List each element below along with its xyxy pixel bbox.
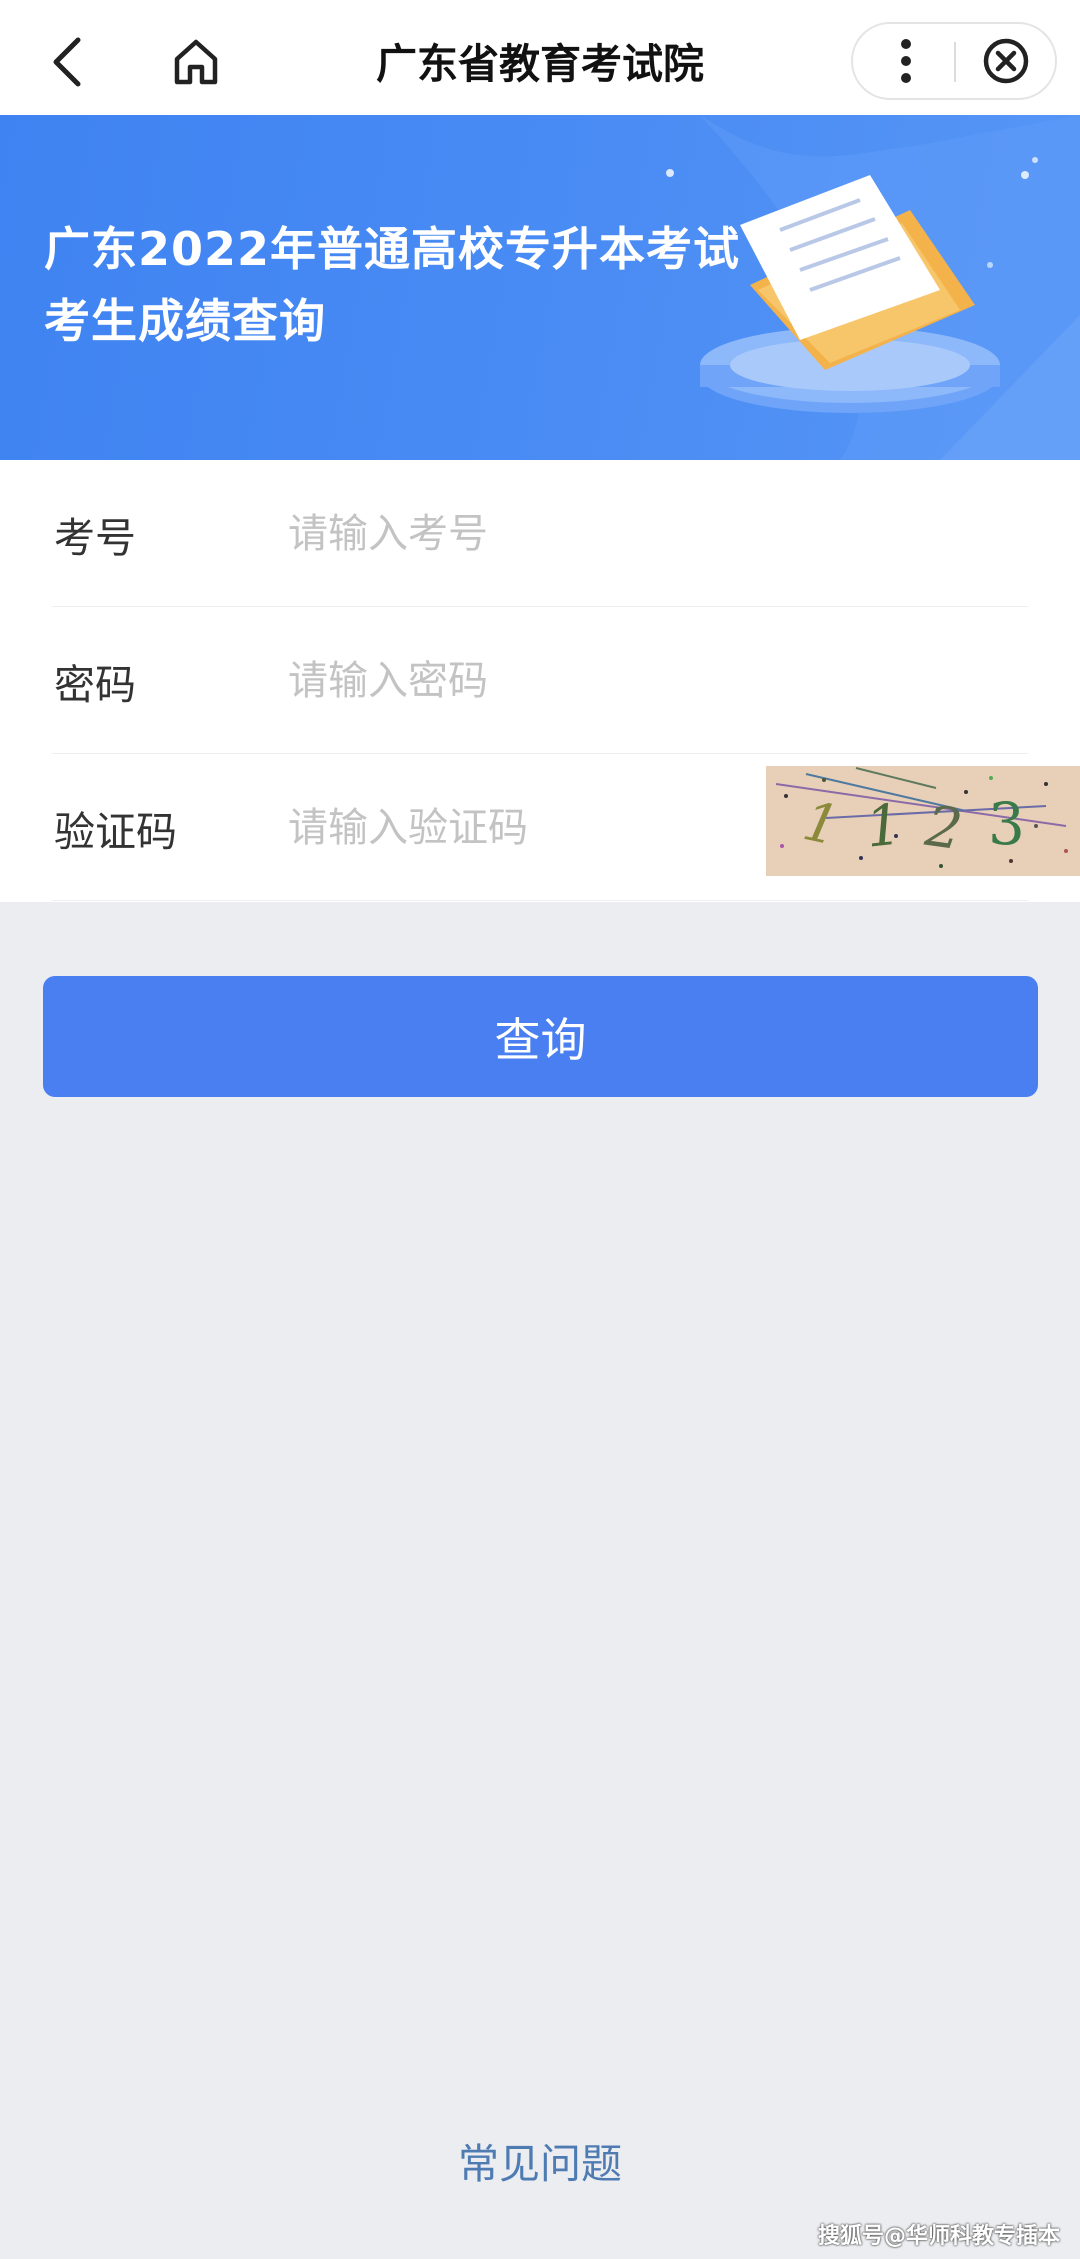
password-label: 密码 bbox=[54, 660, 136, 709]
back-button[interactable] bbox=[28, 22, 108, 102]
faq-link[interactable]: 常见问题 bbox=[400, 2120, 680, 2200]
document-illustration bbox=[666, 115, 1080, 460]
page-title: 广东省教育考试院 bbox=[376, 40, 704, 88]
exam-number-row: 考号 bbox=[52, 460, 1028, 607]
captcha-image[interactable]: 1 1 2 3 bbox=[766, 766, 1080, 876]
captcha-char-4: 3 bbox=[988, 790, 1025, 858]
login-form: 考号 密码 验证码 bbox=[0, 460, 1080, 902]
capsule-divider bbox=[954, 42, 956, 82]
page: 广东省教育考试院 广东2022年普通高校专升本考试 考生成绩查询 考号 请输入考… bbox=[0, 0, 1080, 2259]
watermark: 搜狐号@华师科教专插本 bbox=[817, 2224, 1060, 2249]
captcha-row: 验证码 1 1 2 3 bbox=[52, 754, 1080, 901]
close-button[interactable] bbox=[961, 24, 1051, 98]
mini-program-capsule bbox=[851, 22, 1057, 100]
password-input[interactable] bbox=[288, 643, 768, 719]
query-button[interactable]: 查询 bbox=[43, 976, 1038, 1097]
home-icon bbox=[174, 39, 218, 85]
captcha-char-2: 1 bbox=[862, 792, 905, 861]
close-circle-icon bbox=[983, 38, 1029, 84]
captcha-label: 验证码 bbox=[54, 807, 177, 856]
more-vertical-icon bbox=[901, 39, 911, 83]
password-row: 密码 bbox=[52, 607, 1028, 754]
exam-number-input[interactable] bbox=[288, 496, 768, 572]
banner: 广东2022年普通高校专升本考试 考生成绩查询 bbox=[0, 115, 1080, 460]
captcha-input[interactable] bbox=[288, 790, 728, 866]
chevron-left-icon bbox=[53, 37, 81, 87]
navbar: 广东省教育考试院 bbox=[0, 0, 1080, 115]
home-button[interactable] bbox=[156, 22, 236, 102]
more-button[interactable] bbox=[861, 24, 951, 98]
exam-number-label: 考号 bbox=[54, 513, 136, 562]
